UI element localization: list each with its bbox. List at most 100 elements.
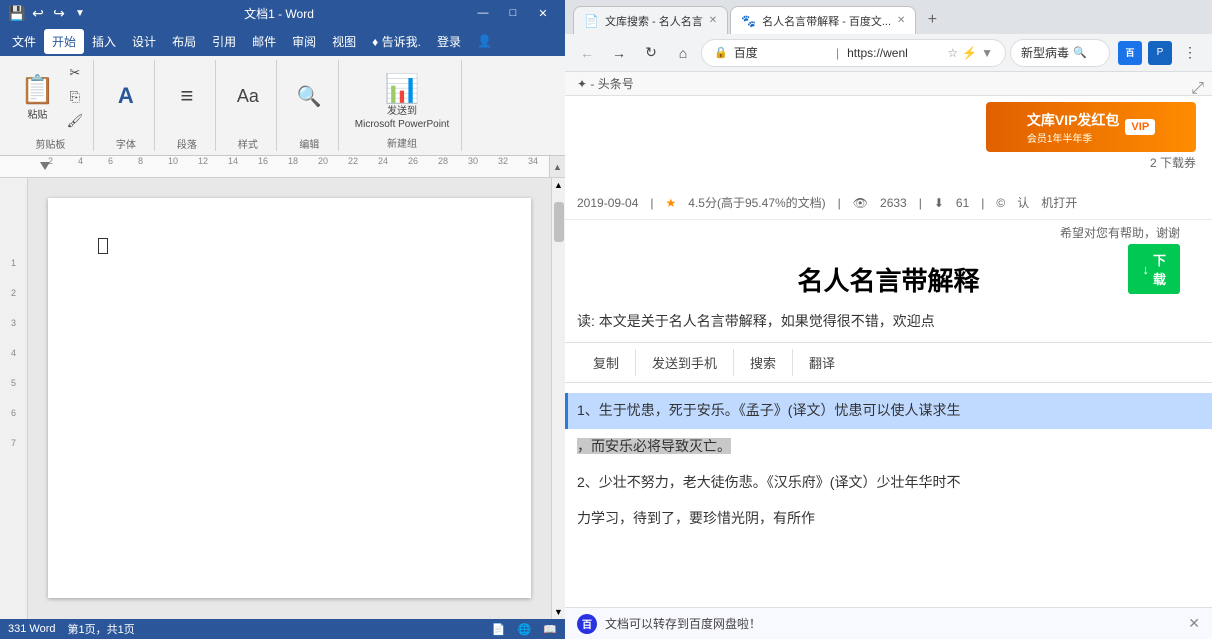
ribbon-collapse-button[interactable]: ▲	[549, 156, 565, 178]
search-box[interactable]: 新型病毒 🔍	[1010, 39, 1110, 67]
doc-separator-3: |	[919, 196, 922, 210]
tab1-title: 文库搜索 - 名人名言	[605, 13, 703, 29]
ad-vip-tag[interactable]: VIP	[1125, 119, 1155, 135]
word-page	[28, 178, 551, 619]
clipboard-inner: 📋 粘贴 ✂ ⎘ 🖌	[14, 60, 87, 133]
page-nav-bar: ✦ - 头条号	[565, 72, 1212, 96]
dropdown-icon[interactable]: ▼	[981, 46, 993, 60]
copy-button[interactable]: ⎘	[63, 86, 87, 108]
tab2-close-button[interactable]: ✕	[897, 15, 905, 26]
styles-group: Aa 样式	[220, 60, 277, 151]
clipboard-group: 📋 粘贴 ✂ ⎘ 🖌 剪贴板	[8, 60, 94, 151]
doc-downloads: 61	[956, 196, 969, 210]
styles-group-label: 样式	[238, 136, 258, 151]
doc-star: ★	[666, 196, 677, 210]
doc-views: 2633	[880, 196, 907, 210]
breadcrumb: ✦ - 头条号	[577, 75, 634, 92]
scroll-thumb[interactable]	[554, 202, 564, 242]
edit-button[interactable]: 🔍	[289, 60, 330, 132]
ad-banner[interactable]: 文库VIP发红包 会员1年半年季 VIP	[986, 102, 1196, 152]
font-icon: A	[118, 83, 134, 109]
copy-action-button[interactable]: 复制	[577, 349, 636, 376]
doc-excerpt: 读: 本文是关于名人名言带解释，如果觉得很不错，欢迎点	[565, 306, 1212, 336]
styles-icon: Aa	[237, 86, 259, 107]
baidu-extension-button[interactable]: 百	[1118, 41, 1142, 65]
undo-icon[interactable]: ↩	[29, 4, 47, 22]
doc-title: 名人名言带解释	[565, 245, 1212, 306]
menu-design[interactable]: 设计	[124, 29, 164, 54]
notification-close-button[interactable]: ✕	[1188, 615, 1200, 632]
download-section: 2 下载券 ↓ 下载	[1150, 154, 1196, 171]
download-button[interactable]: ↓ 下载	[1128, 244, 1180, 294]
para4-text: 力学习，待到了，要珍惜光阴，有所作	[577, 510, 815, 526]
page-paper	[48, 198, 531, 598]
ruler-mark-16: 16	[258, 156, 268, 166]
paste-button[interactable]: 📋 粘贴	[14, 61, 61, 133]
menu-file[interactable]: 文件	[4, 29, 44, 54]
close-button[interactable]: ✕	[529, 3, 557, 23]
menu-mail[interactable]: 邮件	[244, 29, 284, 54]
quick-access-toolbar: 💾 ↩ ↪ ▼	[8, 4, 89, 22]
expand-button[interactable]: ⤢	[1191, 80, 1204, 98]
lightning-icon[interactable]: ⚡	[962, 46, 977, 60]
browser-tab-1[interactable]: 📄 文库搜索 - 名人名言 ✕	[573, 6, 728, 34]
back-button[interactable]: ←	[573, 39, 601, 67]
page-info: 第1页，共1页	[68, 621, 135, 637]
ruler-mark-4: 4	[78, 156, 83, 166]
menu-signin[interactable]: 登录	[429, 29, 469, 54]
new-tab-button[interactable]: +	[918, 6, 946, 34]
menu-insert[interactable]: 插入	[84, 29, 124, 54]
tab2-favicon: 🐾	[741, 14, 756, 28]
refresh-button[interactable]: ↻	[637, 39, 665, 67]
paragraph-1: 1、生于忧患，死于安乐。《孟子》(译文）忧患可以使人谋求生	[565, 393, 1212, 429]
extension-button-1[interactable]: P	[1148, 41, 1172, 65]
menu-view[interactable]: 视图	[324, 29, 364, 54]
copyright-icon: ©	[996, 196, 1005, 210]
view-read-icon[interactable]: 📖	[543, 623, 557, 636]
paragraph-button[interactable]: ≡	[167, 60, 207, 132]
menu-references[interactable]: 引用	[204, 29, 244, 54]
view-web-icon[interactable]: 🌐	[518, 623, 532, 636]
word-doc-area: 1 2 3 4 5 6 7 ▲ ▼	[0, 178, 565, 619]
ext1-icon: P	[1157, 47, 1164, 58]
extensions-button[interactable]: ⋮	[1176, 39, 1204, 67]
quick-access-more-icon[interactable]: ▼	[71, 4, 89, 22]
view-print-icon[interactable]: 📄	[492, 623, 506, 636]
browser-tab-2[interactable]: 🐾 名人名言带解释 - 百度文... ✕	[730, 6, 916, 34]
translate-button[interactable]: 翻译	[793, 349, 851, 376]
menu-review[interactable]: 审阅	[284, 29, 324, 54]
home-button[interactable]: ⌂	[669, 39, 697, 67]
content-area: 1、生于忧患，死于安乐。《孟子》(译文）忧患可以使人谋求生 ，而安乐必将导致灭亡…	[565, 389, 1212, 540]
styles-button[interactable]: Aa	[228, 60, 268, 132]
format-painter-button[interactable]: 🖌	[63, 110, 87, 132]
minimize-button[interactable]: —	[469, 3, 497, 23]
tab1-close-button[interactable]: ✕	[709, 15, 717, 26]
redo-icon[interactable]: ↪	[50, 4, 68, 22]
paragraph-group-label: 段落	[177, 136, 197, 151]
menu-user[interactable]: 👤	[469, 30, 500, 52]
menu-tell-me[interactable]: ♦ 告诉我.	[364, 29, 429, 54]
vruler-2: 2	[11, 288, 16, 298]
scroll-down-button[interactable]: ▼	[552, 605, 566, 619]
doc-score: 4.5分(高于95.47%的文档)	[688, 194, 825, 211]
menu-layout[interactable]: 布局	[164, 29, 204, 54]
ruler-mark-12: 12	[198, 156, 208, 166]
word-scrollbar: ▲ ▼	[551, 178, 565, 619]
send-ppt-button[interactable]: 📊 发送到Microsoft PowerPoint	[351, 60, 453, 135]
save-icon[interactable]: 💾	[8, 4, 26, 22]
scroll-up-button[interactable]: ▲	[552, 178, 566, 192]
bookmark-icon[interactable]: ☆	[947, 46, 958, 60]
send-to-phone-button[interactable]: 发送到手机	[636, 349, 734, 376]
ruler-mark-6: 6	[108, 156, 113, 166]
menu-home[interactable]: 开始	[44, 29, 84, 54]
vruler-5: 5	[11, 378, 16, 388]
forward-button[interactable]: →	[605, 39, 633, 67]
send-ppt-group: 📊 发送到Microsoft PowerPoint 新建组	[343, 60, 462, 151]
address-bar[interactable]: 🔒 百度 | https://wenl ☆ ⚡ ▼	[701, 39, 1006, 67]
word-ribbon: 📋 粘贴 ✂ ⎘ 🖌 剪贴板 A 字体 ≡ 段落	[0, 56, 565, 156]
font-button[interactable]: A	[106, 60, 146, 132]
search-icon: 🔍	[1073, 46, 1087, 59]
maximize-button[interactable]: □	[499, 3, 527, 23]
search-action-button[interactable]: 搜索	[734, 349, 793, 376]
cut-button[interactable]: ✂	[63, 62, 87, 84]
